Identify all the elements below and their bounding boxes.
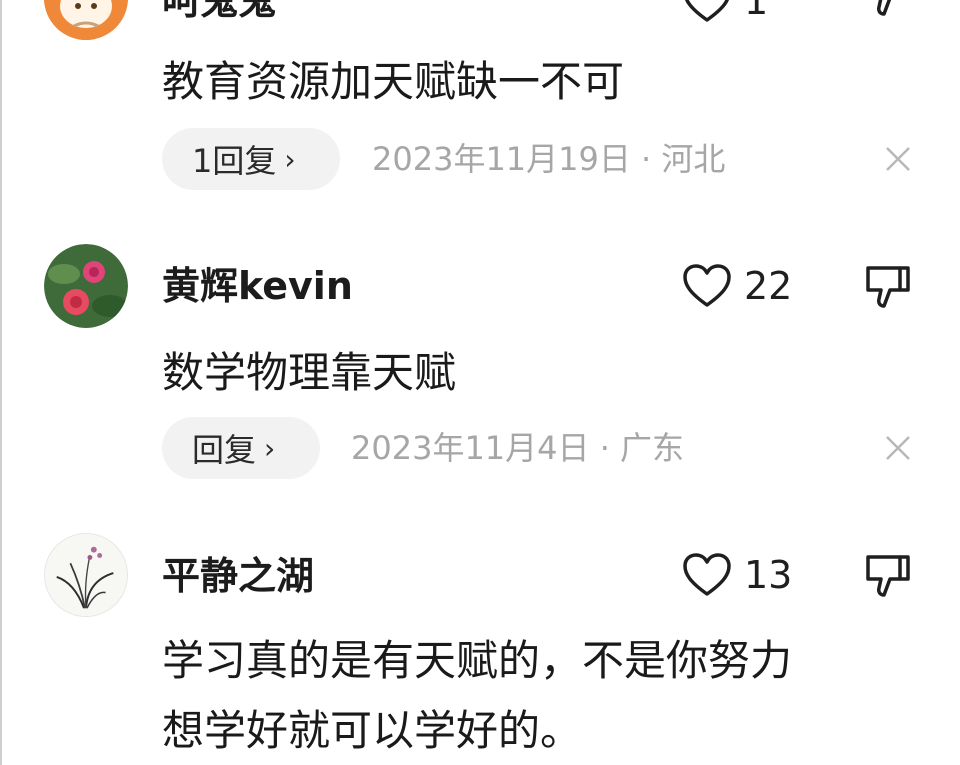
comment-meta: 2023年11月19日 · 河北 — [372, 140, 726, 178]
avatar[interactable] — [44, 244, 128, 328]
comment-text-line: 学习真的是有天赋的，不是你努力 — [162, 636, 793, 685]
reply-button[interactable]: 1回复 › — [162, 128, 340, 190]
flower-photo-avatar-icon — [44, 244, 128, 328]
like-count: 1 — [744, 0, 769, 23]
reply-label: 1回复 — [192, 142, 277, 180]
username[interactable]: 平静之湖 — [162, 557, 314, 595]
like-button[interactable]: 1 — [682, 0, 768, 24]
chevron-right-icon: › — [264, 431, 276, 465]
like-count: 13 — [744, 553, 793, 597]
comment-text: 数学物理靠天赋 — [162, 348, 457, 397]
thumbs-down-icon[interactable] — [862, 551, 912, 601]
thumbs-down-icon[interactable] — [862, 262, 912, 312]
reply-label: 回复 — [192, 431, 257, 469]
username[interactable]: 黄辉kevin — [162, 267, 353, 305]
heart-icon — [683, 264, 731, 307]
like-button[interactable]: 13 — [682, 552, 792, 598]
comment-meta: 2023年11月4日 · 广东 — [351, 429, 685, 467]
thumbs-down-icon[interactable] — [862, 0, 912, 20]
username[interactable]: 呵鬼鬼 — [162, 0, 276, 20]
orchid-painting-avatar-icon — [45, 534, 127, 616]
screen-edge — [0, 0, 2, 765]
heart-icon — [683, 553, 731, 596]
avatar[interactable] — [44, 0, 128, 40]
avatar[interactable] — [44, 533, 128, 617]
comment-text-line: 想学好就可以学好的。 — [162, 706, 583, 755]
heart-icon — [685, 0, 729, 22]
reply-button[interactable]: 回复 › — [162, 417, 320, 479]
close-icon[interactable] — [884, 145, 912, 173]
close-icon[interactable] — [884, 434, 912, 462]
comment-text: 教育资源加天赋缺一不可 — [162, 57, 625, 106]
like-button[interactable]: 22 — [682, 263, 792, 309]
like-count: 22 — [744, 264, 793, 308]
chevron-right-icon: › — [284, 142, 296, 176]
sheep-cartoon-avatar-icon — [44, 0, 128, 40]
